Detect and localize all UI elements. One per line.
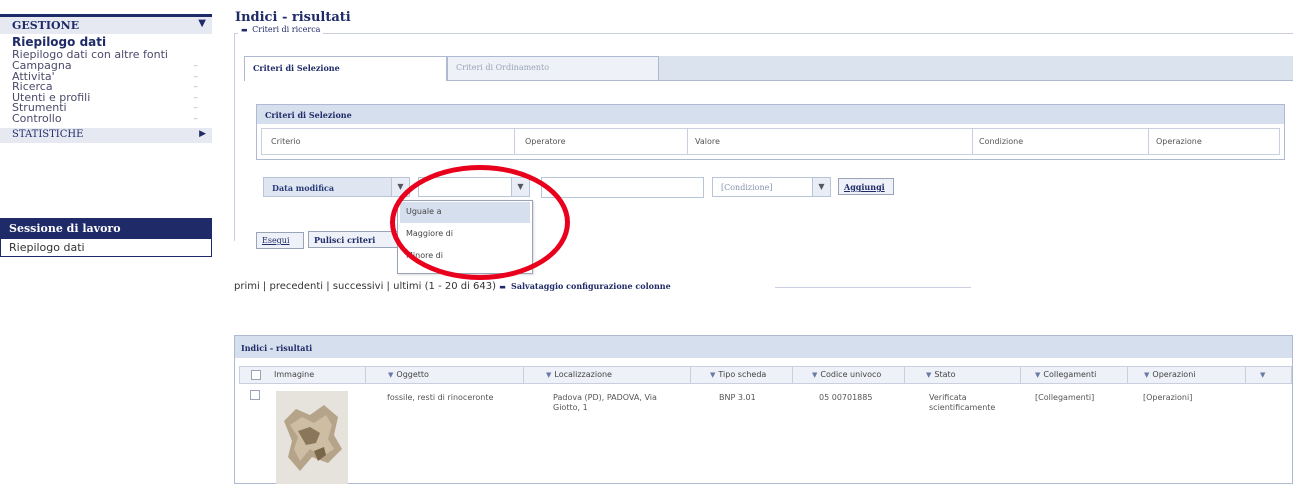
criteria-tabs: Criteri di Selezione Criteri di Ordiname… — [244, 56, 1293, 81]
col-immagine[interactable]: Immagine — [274, 370, 314, 379]
column-divider — [514, 129, 515, 154]
criterion-field-value: Data modifica — [272, 183, 335, 193]
sort-icon[interactable]: ▼ — [710, 371, 715, 379]
grid-header: Immagine ▼ Oggetto ▼ Localizzazione ▼ Tipo … — [239, 366, 1292, 384]
condition-select[interactable]: [Condizione] ▼ — [712, 177, 831, 197]
column-divider — [1020, 367, 1021, 383]
expand-dash-icon: – — [193, 61, 199, 71]
row-checkbox[interactable] — [250, 390, 260, 400]
col-operatore: Operatore — [525, 137, 566, 146]
column-divider — [1148, 129, 1149, 154]
col-localizzazione[interactable]: ▼ Localizzazione — [546, 370, 612, 379]
col-operazioni[interactable]: ▼ Operazioni — [1144, 370, 1196, 379]
column-divider — [1245, 367, 1246, 383]
fossil-thumbnail[interactable] — [276, 391, 348, 484]
chevron-down-icon[interactable]: ▼ — [511, 178, 529, 196]
col-oggetto[interactable]: ▼ Oggetto — [388, 370, 429, 379]
option-minore-di[interactable]: Minore di — [400, 246, 530, 267]
column-divider — [690, 367, 691, 383]
sort-icon[interactable]: ▼ — [546, 371, 551, 379]
gestione-section-header[interactable]: GESTIONE ▼ — [0, 14, 212, 34]
criterion-field-select[interactable]: Data modifica ▼ — [263, 177, 410, 197]
col-criterio: Criterio — [271, 137, 301, 146]
execute-button[interactable]: Esegui — [256, 232, 304, 249]
sort-icon[interactable]: ▼ — [1035, 371, 1040, 379]
cell-codice: 05 00701885 — [819, 393, 873, 402]
criteria-columns-header: Criterio Operatore Valore Condizione Ope… — [261, 128, 1280, 155]
option-uguale-a[interactable]: Uguale a — [400, 202, 530, 223]
col-condizione: Condizione — [979, 137, 1024, 146]
sort-icon[interactable]: ▼ — [1260, 371, 1265, 379]
tab-criteri-selezione[interactable]: Criteri di Selezione — [244, 56, 447, 81]
sort-icon[interactable]: ▼ — [1144, 371, 1149, 379]
save-columns-config[interactable]: Salvataggio configurazione colonne — [511, 281, 671, 291]
session-item-riepilogo[interactable]: Riepilogo dati — [1, 239, 211, 256]
column-divider — [523, 367, 524, 383]
pager-links[interactable]: primi | precedenti | successivi | ultimi… — [234, 281, 496, 292]
expand-dash-icon: – — [193, 92, 199, 103]
sort-icon[interactable]: ▼ — [926, 371, 931, 379]
session-panel: Sessione di lavoro Riepilogo dati — [0, 218, 212, 257]
divider — [775, 287, 971, 288]
column-divider — [687, 129, 688, 154]
column-divider — [1127, 367, 1128, 383]
expand-dash-icon: – — [193, 82, 199, 92]
criteria-panel: Criteri di Selezione Criterio Operatore … — [256, 104, 1285, 160]
statistiche-section-header[interactable]: STATISTICHE ▶ — [0, 128, 212, 143]
operator-select[interactable]: ▼ — [418, 177, 530, 197]
chevron-down-icon[interactable]: ▼ — [391, 178, 409, 196]
value-input[interactable] — [541, 177, 704, 198]
column-divider — [904, 367, 905, 383]
cell-operazioni-link[interactable]: [Operazioni] — [1143, 393, 1192, 403]
clear-criteria-button[interactable]: Pulisci criteri — [308, 231, 398, 248]
cell-localizzazione: Padova (PD), PADOVA, Via Giotto, 1 — [553, 393, 657, 412]
col-stato[interactable]: ▼ Stato — [926, 370, 956, 379]
criteria-legend[interactable]: ▬ Criteri di ricerca — [238, 25, 324, 34]
col-collegamenti[interactable]: ▼ Collegamenti — [1035, 370, 1096, 379]
sidebar-item-controllo[interactable]: Controllo – — [12, 113, 200, 125]
sort-icon[interactable]: ▼ — [812, 371, 817, 379]
results-panel: Indici - risultati Immagine ▼ Oggetto ▼ Lo… — [234, 335, 1293, 484]
cell-tipo-scheda: BNP 3.01 — [719, 393, 756, 402]
pagination[interactable]: primi | precedenti | successivi | ultimi… — [234, 281, 671, 292]
cell-collegamenti-link[interactable]: [Collegamenti] — [1035, 393, 1094, 403]
col-valore: Valore — [695, 137, 720, 146]
expand-dash-icon: – — [193, 71, 199, 82]
sidebar-nav: GESTIONE ▼ Riepilogo dati Riepilogo dati… — [0, 14, 212, 143]
col-extra-sort[interactable]: ▼ — [1260, 370, 1268, 379]
expand-dash-icon: – — [193, 113, 199, 124]
option-maggiore-di[interactable]: Maggiore di — [400, 224, 530, 245]
criteria-panel-title: Criteri di Selezione — [257, 105, 1284, 124]
table-row[interactable]: fossile, resti di rinoceronte Padova (PD… — [239, 386, 1292, 484]
collapse-arrow-icon[interactable]: ▼ — [198, 18, 206, 29]
sort-icon[interactable]: ▼ — [388, 371, 393, 379]
collapse-toggle-icon[interactable]: ▬ — [499, 283, 506, 291]
condition-value: [Condizione] — [721, 183, 773, 192]
tab-criteri-ordinamento[interactable]: Criteri di Ordinamento — [447, 56, 659, 81]
column-divider — [792, 367, 793, 383]
results-title: Indici - risultati — [235, 336, 1292, 358]
expand-arrow-icon[interactable]: ▶ — [199, 129, 206, 139]
session-title: Sessione di lavoro — [1, 219, 211, 239]
chevron-down-icon[interactable]: ▼ — [812, 178, 830, 196]
fossil-image-icon — [276, 391, 348, 484]
column-divider — [365, 367, 366, 383]
column-divider — [972, 129, 973, 154]
collapse-toggle-icon[interactable]: ▬ — [241, 26, 248, 34]
gestione-title: GESTIONE — [12, 19, 80, 32]
col-operazione: Operazione — [1156, 137, 1202, 146]
operator-dropdown-list: Uguale a Maggiore di Minore di — [397, 200, 533, 274]
add-button[interactable]: Aggiungi — [838, 178, 894, 195]
col-tipo-scheda[interactable]: ▼ Tipo scheda — [710, 370, 766, 379]
cell-oggetto: fossile, resti di rinoceronte — [387, 393, 494, 402]
select-all-checkbox[interactable] — [251, 370, 261, 380]
page-title: Indici - risultati — [235, 10, 351, 25]
cell-stato: Verificata scientificamente — [929, 393, 996, 412]
col-codice-univoco[interactable]: ▼ Codice univoco — [812, 370, 881, 379]
expand-dash-icon: – — [193, 103, 199, 113]
